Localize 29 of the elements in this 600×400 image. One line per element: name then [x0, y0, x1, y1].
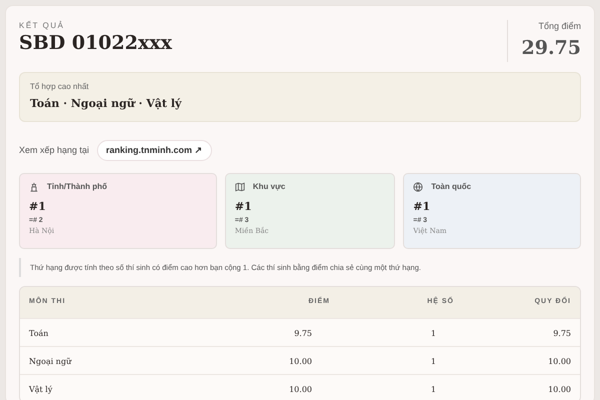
table-cell: Ngoại ngữ	[20, 346, 185, 374]
table-cell: 1	[321, 318, 445, 346]
rank-value: #1	[29, 199, 47, 215]
table-cell: 10.00	[445, 374, 580, 400]
combo-value: Toán · Ngoại ngữ · Vật lý	[30, 96, 183, 112]
table-cell: 1	[321, 346, 445, 374]
section-label: KẾT QUẢ	[19, 20, 66, 32]
rank-title: Khu vực	[252, 181, 286, 193]
rank-value: #1	[234, 199, 253, 215]
table-cell: 1	[321, 374, 445, 400]
table-cell: 9.75	[445, 318, 580, 346]
table-cell: 10.00	[185, 346, 321, 374]
map-icon	[234, 182, 245, 192]
link-prefix: Xem xếp hạng tại	[19, 144, 90, 157]
rank-title: Tỉnh/Thành phố	[47, 181, 107, 193]
monument-icon	[29, 182, 39, 192]
table-cell: Toán	[20, 318, 185, 346]
total-label: Tổng điểm	[537, 20, 581, 33]
table-cell: Vật lý	[20, 374, 185, 400]
rank-title: Toàn quốc	[431, 181, 472, 193]
candidate-number: SBD 01022xxx	[19, 32, 172, 55]
total-score: 29.75	[522, 36, 581, 60]
table-cell: 9.75	[185, 318, 321, 346]
rank-value: #1	[413, 199, 432, 215]
combo-label: Tổ hợp cao nhất	[30, 81, 90, 93]
table-cell: 10.00	[185, 374, 321, 400]
table-cell: 10.00	[445, 346, 580, 374]
ranking-link[interactable]: ranking.tnminh.com ↗	[97, 140, 212, 161]
globe-icon	[413, 182, 424, 192]
